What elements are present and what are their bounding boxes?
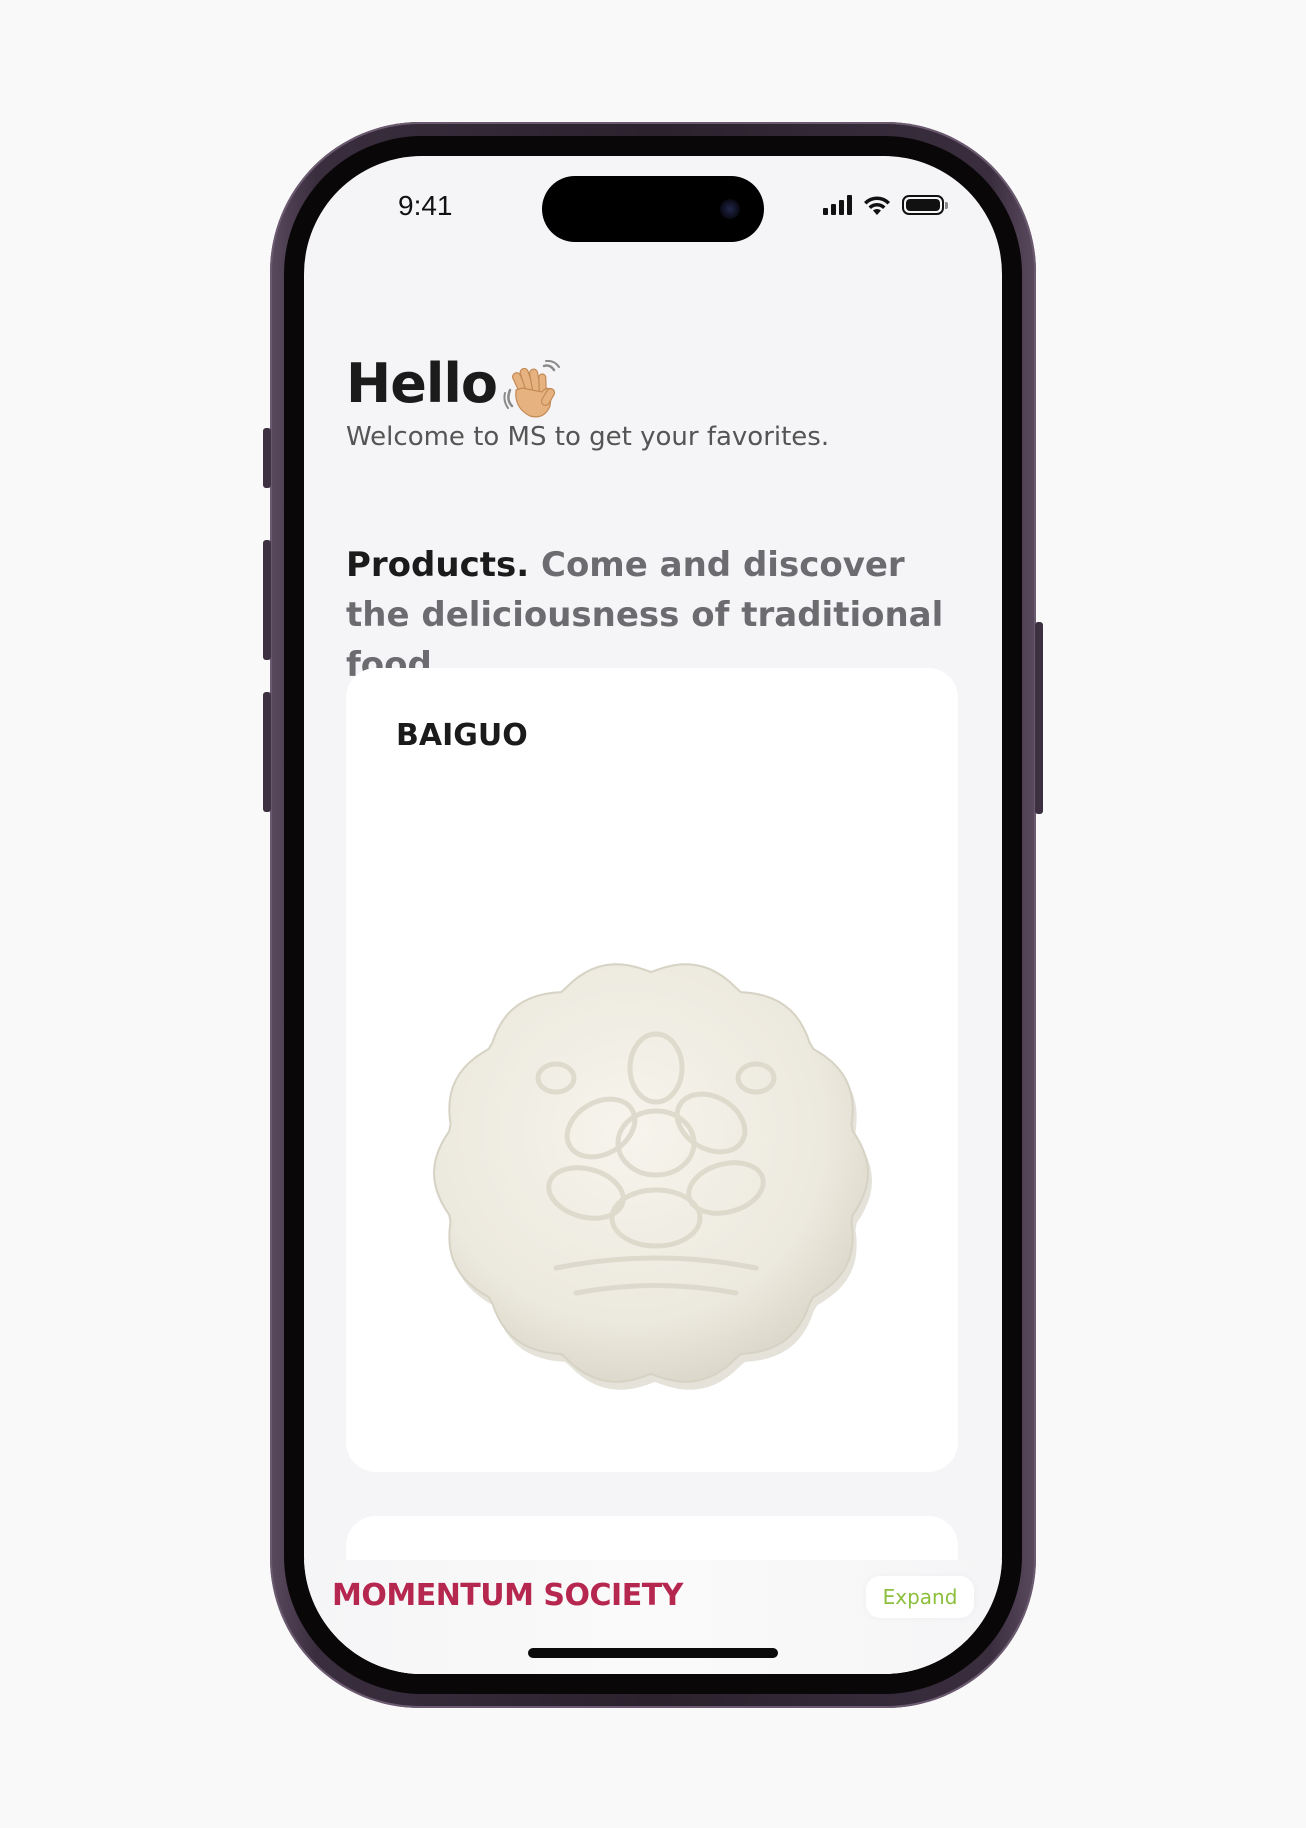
greeting-subtitle: Welcome to MS to get your favorites.	[346, 422, 830, 452]
device-mockup: 9:41 Hello Welcome to MS to get your fav…	[0, 0, 1306, 1828]
cellular-signal-icon	[823, 195, 852, 215]
status-time: 9:41	[398, 190, 453, 221]
volume-down-button	[263, 692, 271, 812]
power-button	[1035, 622, 1043, 814]
product-name: BAIGUO	[396, 718, 528, 753]
greeting-title: Hello	[346, 352, 498, 415]
waving-hand-icon	[503, 360, 560, 418]
expand-button[interactable]: Expand	[866, 1576, 974, 1618]
app-screen: 9:41 Hello Welcome to MS to get your fav…	[304, 156, 1002, 1674]
products-heading-strong: Products.	[346, 545, 530, 585]
volume-up-button	[263, 540, 271, 660]
battery-icon	[902, 195, 948, 215]
camera-icon	[720, 199, 740, 219]
dynamic-island	[542, 176, 764, 242]
wifi-icon	[864, 196, 890, 215]
action-button	[263, 428, 271, 488]
product-card[interactable]: BAIGUO	[346, 668, 958, 1472]
status-icons	[823, 194, 948, 216]
mooncake-image	[432, 963, 872, 1390]
home-indicator[interactable]	[528, 1648, 778, 1658]
brand-name: MOMENTUM SOCIETY	[332, 1578, 683, 1613]
